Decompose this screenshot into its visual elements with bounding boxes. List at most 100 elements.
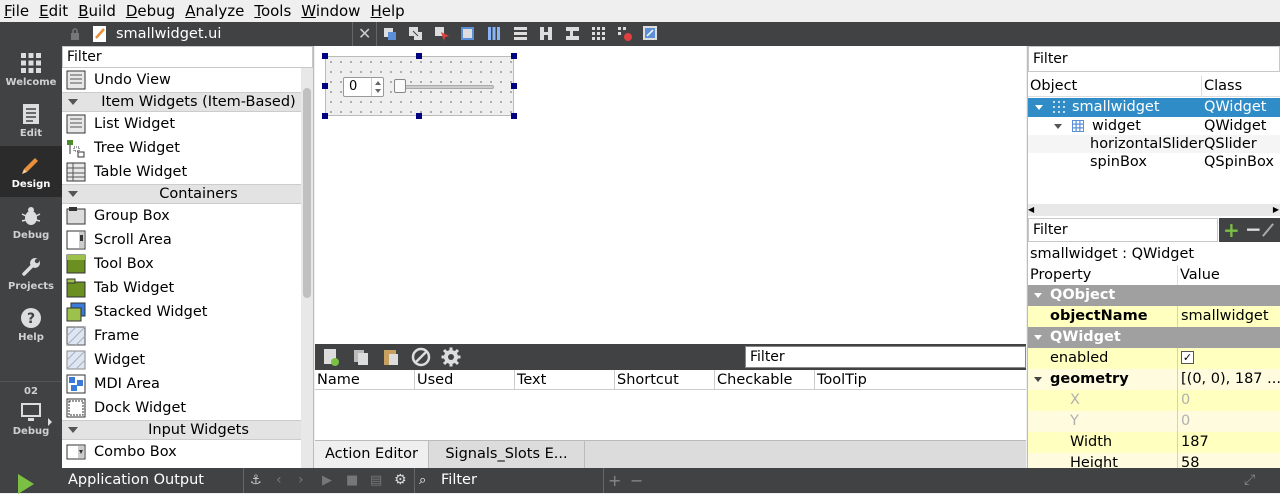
column-header-tooltip[interactable]: ToolTip	[815, 370, 1026, 389]
collapse-arrow-icon[interactable]	[1035, 105, 1043, 110]
category-item-widgets[interactable]: Item Widgets (Item-Based)	[62, 92, 313, 112]
widget-item-dock-widget[interactable]: Dock Widget	[62, 396, 313, 420]
scroll-left-icon[interactable]: ◀	[1028, 205, 1034, 215]
tab-action-editor[interactable]: Action Editor	[315, 441, 429, 468]
widget-item-undo-view[interactable]: Undo View	[62, 68, 313, 92]
spin-up-icon[interactable]	[375, 81, 381, 85]
copy-icon[interactable]	[351, 347, 371, 367]
collapse-arrow-icon[interactable]	[1034, 377, 1042, 382]
zoom-out-icon[interactable]: −	[630, 468, 643, 493]
property-row-enabled[interactable]: enabled ✓	[1028, 348, 1280, 369]
property-value[interactable]: 187	[1178, 432, 1280, 453]
widget-item-table-widget[interactable]: Table Widget	[62, 160, 313, 184]
property-row-width[interactable]: Width 187	[1028, 432, 1280, 453]
spin-down-icon[interactable]	[375, 89, 381, 93]
spin-box[interactable]: 0	[343, 77, 384, 97]
attach-process-icon[interactable]: ⚓	[250, 468, 262, 493]
selection-handle[interactable]	[416, 113, 422, 119]
widget-item-list-widget[interactable]: List Widget	[62, 112, 313, 136]
selection-handle[interactable]	[511, 113, 517, 119]
widget-item-group-box[interactable]: Group Box	[62, 204, 313, 228]
clear-output-icon[interactable]: ▤	[370, 468, 382, 493]
spin-box-buttons[interactable]	[371, 78, 383, 96]
tab-signals-slots-editor[interactable]: Signals_Slots E...	[429, 441, 585, 468]
lock-icon[interactable]	[70, 28, 80, 40]
mode-edit[interactable]: Edit	[0, 95, 62, 146]
remove-property-icon[interactable]: −	[1245, 218, 1262, 240]
column-header-value[interactable]: Value	[1178, 265, 1220, 285]
mode-debug[interactable]: Debug	[0, 197, 62, 248]
collapse-arrow-icon[interactable]	[1034, 335, 1042, 340]
previous-item-icon[interactable]: ‹	[276, 468, 282, 493]
widget-item-tree-widget[interactable]: Tree Widget	[62, 136, 313, 160]
scroll-right-icon[interactable]: ▶	[1273, 205, 1279, 215]
selection-handle[interactable]	[511, 83, 517, 89]
form-canvas[interactable]: 0	[315, 46, 1026, 344]
property-row-height[interactable]: Height 58	[1028, 453, 1280, 468]
document-filename[interactable]: smallwidget.ui	[116, 22, 221, 46]
property-row-geometry[interactable]: geometry [(0, 0), 187 ...	[1028, 369, 1280, 390]
delete-action-icon[interactable]	[411, 347, 431, 367]
output-filter-input[interactable]: ⌕ Filter	[414, 468, 604, 493]
column-header-class[interactable]: Class	[1202, 76, 1242, 96]
widget-item-tool-box[interactable]: Tool Box	[62, 252, 313, 276]
widget-item-widget[interactable]: Widget	[62, 348, 313, 372]
column-header-used[interactable]: Used	[415, 370, 515, 389]
menu-window[interactable]: Window	[297, 0, 366, 22]
form-smallwidget[interactable]: 0	[325, 56, 514, 116]
selection-handle[interactable]	[322, 113, 328, 119]
menu-analyze[interactable]: Analyze	[181, 0, 250, 22]
property-value[interactable]: smallwidget	[1178, 306, 1280, 327]
property-value[interactable]: 0	[1178, 390, 1280, 411]
column-header-text[interactable]: Text	[515, 370, 615, 389]
category-containers[interactable]: Containers	[62, 184, 313, 204]
settings-icon[interactable]: ⚙	[394, 468, 407, 493]
property-value[interactable]: [(0, 0), 187 ...	[1178, 369, 1280, 390]
zoom-in-icon[interactable]: +	[608, 468, 621, 493]
horizontal-slider-groove[interactable]	[396, 85, 494, 89]
close-document-icon[interactable]: ✕	[358, 22, 371, 46]
menu-help[interactable]: Help	[366, 0, 410, 22]
output-pane-selector[interactable]: Application Output	[62, 468, 244, 493]
new-action-icon[interactable]	[321, 347, 341, 367]
mode-help[interactable]: ? Help	[0, 299, 62, 350]
column-header-name[interactable]: Name	[315, 370, 415, 389]
column-header-object[interactable]: Object	[1028, 76, 1202, 96]
scrollbar-thumb[interactable]	[303, 88, 311, 298]
run-icon[interactable]	[16, 474, 36, 494]
property-value[interactable]: 0	[1178, 411, 1280, 432]
rerun-icon[interactable]: ▶	[322, 468, 332, 493]
widget-item-stacked-widget[interactable]: Stacked Widget	[62, 300, 313, 324]
selection-handle[interactable]	[416, 53, 422, 59]
action-filter-input[interactable]: Filter	[745, 346, 1026, 368]
property-row-y[interactable]: Y 0	[1028, 411, 1280, 432]
tree-row-smallwidget[interactable]: smallwidget QWidget	[1028, 98, 1280, 117]
tree-row-spinbox[interactable]: spinBox QSpinBox	[1028, 153, 1280, 171]
object-inspector-filter[interactable]: Filter	[1028, 46, 1280, 72]
horizontal-slider-handle[interactable]	[394, 79, 406, 93]
mode-design[interactable]: Design	[0, 146, 62, 197]
widget-box-filter[interactable]: Filter	[62, 46, 313, 68]
collapse-arrow-icon[interactable]	[1034, 293, 1042, 298]
menu-edit[interactable]: Edit	[35, 0, 74, 22]
menu-file[interactable]: File	[0, 0, 35, 22]
category-input-widgets[interactable]: Input Widgets	[62, 420, 313, 440]
selection-handle[interactable]	[511, 53, 517, 59]
widget-item-tab-widget[interactable]: Tab Widget	[62, 276, 313, 300]
paste-icon[interactable]	[381, 347, 401, 367]
tree-row-widget[interactable]: widget QWidget	[1028, 117, 1280, 135]
enabled-checkbox[interactable]: ✓	[1181, 351, 1194, 364]
widget-item-frame[interactable]: Frame	[62, 324, 313, 348]
property-group-qwidget[interactable]: QWidget	[1028, 327, 1280, 348]
object-inspector-scrollbar[interactable]: ◀ ▶	[1028, 204, 1280, 216]
mode-welcome[interactable]: Welcome	[0, 44, 62, 95]
selection-handle[interactable]	[322, 83, 328, 89]
property-value[interactable]: ✓	[1178, 348, 1280, 369]
property-value[interactable]: 58	[1178, 453, 1280, 468]
menu-debug[interactable]: Debug	[122, 0, 181, 22]
selection-handle[interactable]	[322, 53, 328, 59]
property-row-objectname[interactable]: objectName smallwidget	[1028, 306, 1280, 327]
configure-wrench-icon[interactable]	[1262, 223, 1274, 237]
mode-projects[interactable]: Projects	[0, 248, 62, 299]
kit-selector[interactable]: 02 Debug	[0, 382, 62, 452]
